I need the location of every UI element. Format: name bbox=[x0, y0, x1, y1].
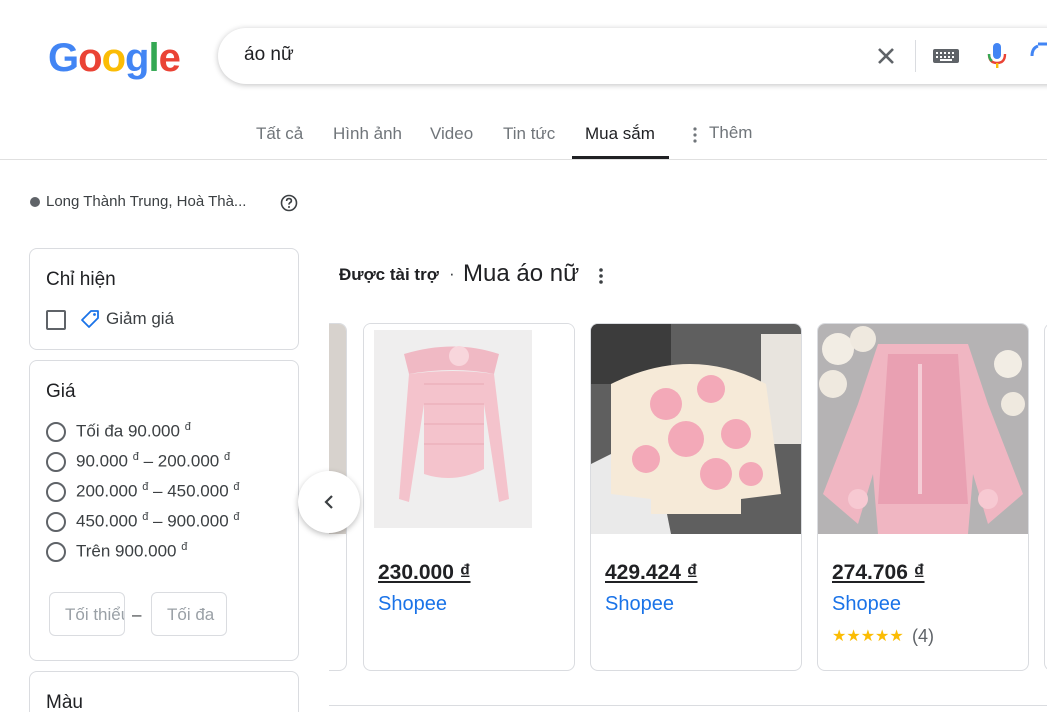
price-radio[interactable] bbox=[46, 542, 66, 562]
location-bar[interactable]: Long Thành Trung, Hoà Thà... bbox=[30, 193, 246, 210]
tab-shopping[interactable]: Mua sắm bbox=[585, 124, 655, 144]
max-price-input[interactable]: Tối đa bbox=[151, 592, 227, 636]
min-price-input[interactable]: Tối thiểu bbox=[49, 592, 125, 636]
microphone-icon[interactable] bbox=[986, 42, 1008, 70]
lens-icon[interactable] bbox=[1030, 42, 1047, 70]
separator-dot: · bbox=[449, 264, 455, 283]
price-option[interactable]: 200.000 đ – 450.000 đ bbox=[76, 481, 240, 502]
discount-label[interactable]: Giảm giá bbox=[106, 309, 174, 329]
store-name[interactable]: Shopee bbox=[378, 593, 447, 616]
tab-news[interactable]: Tin tức bbox=[503, 124, 555, 144]
tab-video[interactable]: Video bbox=[430, 124, 473, 144]
store-name[interactable]: Shopee bbox=[605, 593, 674, 616]
sponsored-title: Mua áo nữ bbox=[463, 260, 580, 287]
tab-all[interactable]: Tất cả bbox=[256, 124, 303, 144]
price-radio[interactable] bbox=[46, 482, 66, 502]
price-option[interactable]: 90.000 đ – 200.000 đ bbox=[76, 451, 230, 472]
price-radio[interactable] bbox=[46, 422, 66, 442]
product-image bbox=[364, 324, 574, 534]
section-divider bbox=[329, 705, 1047, 706]
sponsored-label: Được tài trợ bbox=[339, 265, 439, 284]
filter-title: Giá bbox=[46, 381, 76, 402]
store-name[interactable]: Shopee bbox=[832, 593, 901, 616]
search-divider bbox=[915, 40, 916, 72]
help-icon[interactable] bbox=[280, 194, 298, 212]
filter-title: Màu bbox=[46, 692, 83, 712]
filter-show-only: Chỉ hiện Giảm giá bbox=[29, 248, 299, 350]
keyboard-icon[interactable] bbox=[932, 46, 960, 66]
product-price: 230.000 ₫ bbox=[378, 561, 471, 584]
carousel-prev-button[interactable] bbox=[298, 471, 360, 533]
google-logo[interactable]: Google bbox=[48, 36, 181, 81]
product-card[interactable]: 429.424 ₫ Shopee bbox=[590, 323, 802, 671]
filter-color: Màu bbox=[29, 671, 299, 712]
close-icon[interactable] bbox=[872, 42, 900, 70]
tab-images[interactable]: Hình ảnh bbox=[333, 124, 402, 144]
discount-checkbox[interactable] bbox=[46, 310, 66, 330]
price-radio[interactable] bbox=[46, 512, 66, 532]
product-price: 429.424 ₫ bbox=[605, 561, 698, 584]
location-dot-icon bbox=[30, 196, 40, 207]
product-card[interactable]: 230.000 ₫ Shopee bbox=[363, 323, 575, 671]
rating-stars: ★★★★★ bbox=[832, 628, 904, 645]
filter-price: Giá Tối đa 90.000 đ 90.000 đ – 200.000 đ… bbox=[29, 360, 299, 661]
tag-icon bbox=[81, 310, 99, 328]
product-card[interactable]: 274.706 ₫ Shopee ★★★★★ (4) bbox=[817, 323, 1029, 671]
price-option[interactable]: Trên 900.000 đ bbox=[76, 541, 187, 562]
more-vert-icon[interactable] bbox=[691, 126, 699, 144]
product-image bbox=[818, 324, 1028, 534]
search-box[interactable]: áo nữ bbox=[218, 28, 1047, 84]
search-tabs: Tất cả Hình ảnh Video Tin tức Mua sắm Th… bbox=[0, 110, 1047, 160]
chevron-left-icon bbox=[324, 495, 333, 509]
product-price: 274.706 ₫ bbox=[832, 561, 925, 584]
active-tab-indicator bbox=[572, 156, 669, 159]
range-dash: – bbox=[132, 605, 142, 624]
price-radio[interactable] bbox=[46, 452, 66, 472]
more-options-icon[interactable] bbox=[593, 266, 609, 286]
search-input[interactable]: áo nữ bbox=[244, 44, 294, 66]
tab-more[interactable]: Thêm bbox=[709, 123, 752, 143]
product-image bbox=[591, 324, 801, 534]
price-option[interactable]: 450.000 đ – 900.000 đ bbox=[76, 511, 240, 532]
rating-count: (4) bbox=[912, 626, 934, 646]
price-option[interactable]: Tối đa 90.000 đ bbox=[76, 421, 191, 442]
filter-title: Chỉ hiện bbox=[46, 269, 116, 290]
location-text: Long Thành Trung, Hoà Thà... bbox=[46, 193, 247, 210]
